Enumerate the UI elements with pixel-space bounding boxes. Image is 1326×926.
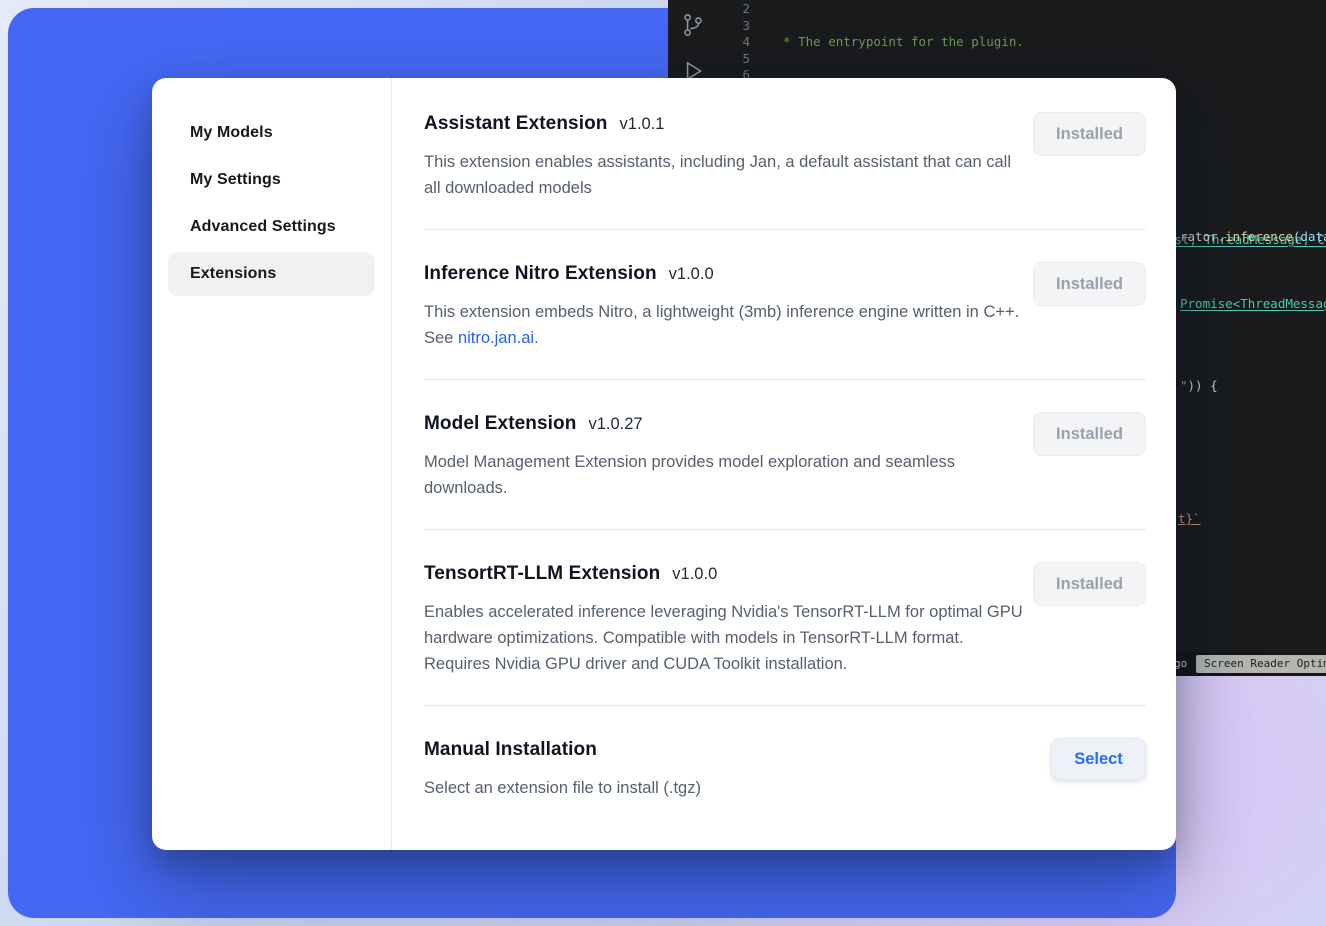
- code-token-function: inference: [1225, 229, 1293, 244]
- extension-info: TensortRT-LLM Extension v1.0.0 Enables ac…: [424, 560, 1024, 677]
- manual-installation-row: Manual Installation Select an extension …: [424, 706, 1146, 829]
- select-file-button[interactable]: Select: [1051, 738, 1146, 780]
- sidebar-item-my-models[interactable]: My Models: [168, 111, 375, 155]
- settings-sidebar: My Models My Settings Advanced Settings …: [152, 78, 392, 850]
- line-number: 3: [726, 18, 750, 35]
- sidebar-item-my-settings[interactable]: My Settings: [168, 158, 375, 202]
- sidebar-item-advanced-settings[interactable]: Advanced Settings: [168, 205, 375, 249]
- screen-reader-badge[interactable]: Screen Reader Optimize: [1196, 655, 1326, 673]
- code-fragment-string: t}`: [1178, 511, 1201, 526]
- source-control-icon[interactable]: [680, 12, 706, 38]
- extension-description: This extension enables assistants, inclu…: [424, 149, 1024, 201]
- extensions-list: Assistant Extension v1.0.1 This extension…: [392, 78, 1176, 850]
- code-fragment-type: Promise<ThreadMessage>: [1180, 296, 1326, 311]
- manual-installation-title: Manual Installation: [424, 739, 597, 760]
- sidebar-item-extensions[interactable]: Extensions: [168, 252, 375, 296]
- extension-version: v1.0.0: [669, 265, 714, 283]
- extension-title: Model Extension: [424, 413, 576, 434]
- code-fragment: rator.inference(data));: [1180, 229, 1326, 244]
- installed-button[interactable]: Installed: [1033, 262, 1146, 306]
- nitro-jan-ai-link[interactable]: nitro.jan.ai.: [458, 329, 539, 347]
- extension-info: Manual Installation Select an extension …: [424, 736, 701, 801]
- extension-title: TensortRT-LLM Extension: [424, 563, 660, 584]
- code-token: )) {: [1188, 378, 1218, 393]
- extension-description: This extension embeds Nitro, a lightweig…: [424, 299, 1024, 351]
- extension-description: Enables accelerated inference leveraging…: [424, 599, 1024, 677]
- line-number: 4: [726, 34, 750, 51]
- extension-row-model: Model Extension v1.0.27 Model Management …: [424, 380, 1146, 530]
- editor-line-numbers: 2 3 4 5 6: [726, 1, 750, 84]
- extension-description: Model Management Extension provides mode…: [424, 449, 1024, 501]
- extension-title: Inference Nitro Extension: [424, 263, 657, 284]
- extension-row-assistant: Assistant Extension v1.0.1 This extension…: [424, 78, 1146, 230]
- code-line-comment: * The entrypoint for the plugin.: [768, 34, 1326, 51]
- extension-title: Assistant Extension: [424, 113, 608, 134]
- line-number: 5: [726, 51, 750, 68]
- installed-button[interactable]: Installed: [1033, 562, 1146, 606]
- settings-modal: My Models My Settings Advanced Settings …: [152, 78, 1176, 850]
- installed-button[interactable]: Installed: [1033, 112, 1146, 156]
- extension-info: Model Extension v1.0.27 Model Management …: [424, 410, 1024, 501]
- manual-installation-description: Select an extension file to install (.tg…: [424, 775, 701, 801]
- installed-button[interactable]: Installed: [1033, 412, 1146, 456]
- extension-info: Assistant Extension v1.0.1 This extension…: [424, 110, 1024, 201]
- code-token: rator.: [1180, 229, 1225, 244]
- extension-row-tensorrt-llm: TensortRT-LLM Extension v1.0.0 Enables ac…: [424, 530, 1146, 706]
- code-fragment: ")) {: [1180, 378, 1218, 393]
- extension-version: v1.0.0: [672, 565, 717, 583]
- code-token-string: ": [1180, 378, 1188, 393]
- extension-version: v1.0.1: [620, 115, 665, 133]
- extension-info: Inference Nitro Extension v1.0.0 This ext…: [424, 260, 1024, 351]
- line-number: 2: [726, 1, 750, 18]
- code-token-variable: data: [1300, 229, 1326, 244]
- extension-row-inference-nitro: Inference Nitro Extension v1.0.0 This ext…: [424, 230, 1146, 380]
- extension-version: v1.0.27: [588, 415, 642, 433]
- desktop-background: 2 3 4 5 6 * The entrypoint for the plugi…: [0, 0, 1326, 926]
